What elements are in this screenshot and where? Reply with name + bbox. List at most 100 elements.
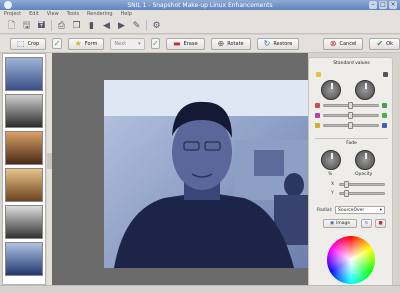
toolbar-divider (51, 20, 52, 31)
contrast-knob[interactable] (355, 80, 375, 100)
contrast-icon (383, 72, 388, 77)
refresh-icon: ↻ (364, 221, 369, 226)
brightness-knob[interactable] (321, 80, 341, 100)
window-title: SNIL 1 - Snapshot Make-up Linux Enhancem… (127, 1, 273, 9)
delete-icon[interactable]: ▮ (86, 20, 97, 31)
app-logo-icon (4, 1, 12, 9)
color-refresh-button[interactable]: ↻ (361, 219, 372, 228)
maximize-icon[interactable]: □ (379, 1, 387, 9)
form-select[interactable]: Next ▾ (110, 37, 145, 50)
close-icon[interactable]: × (389, 1, 397, 9)
crop-apply-checkbox[interactable]: ✓ (52, 38, 62, 49)
radial-mode-value: SourceOver (338, 207, 365, 213)
chevron-down-icon: ▾ (138, 40, 141, 47)
settings-icon[interactable]: ⚙ (151, 20, 162, 31)
check-icon: ✔ (376, 38, 384, 48)
green-channel-icon (382, 103, 387, 108)
erase-button[interactable]: ▬ Erase (166, 37, 205, 50)
ok-label: Ok (386, 40, 393, 47)
menu-bar: Project Edit View Tools Rendering Help (0, 10, 400, 18)
thumbnail-3[interactable] (5, 131, 43, 165)
brightness-icon (316, 72, 321, 77)
restore-button[interactable]: ↻ Restore (256, 37, 300, 50)
y-slider[interactable] (339, 190, 385, 197)
rotate-icon: ⊕ (217, 38, 225, 48)
print-icon[interactable]: ⎙ (56, 20, 67, 31)
thumbnail-sidebar (2, 53, 46, 285)
green-channel-icon-2 (382, 113, 387, 118)
form-select-value: Next (114, 40, 127, 47)
menu-edit[interactable]: Edit (29, 11, 39, 17)
rotate-label: Rotate (227, 40, 244, 47)
fade-heading: Fade (346, 141, 357, 146)
image-canvas[interactable] (52, 53, 308, 285)
radial-mode-select[interactable]: SourceOver ▾ (335, 206, 385, 214)
image-button-label: Image (336, 221, 351, 226)
form-apply-checkbox[interactable]: ✓ (150, 38, 160, 49)
section-divider (315, 138, 388, 139)
image-icon: ▣ (329, 221, 335, 226)
image-button[interactable]: ▣ Image (323, 219, 357, 228)
yellow-channel-icon (315, 123, 320, 128)
form-button[interactable]: ★ Form (67, 37, 105, 50)
blue-channel-icon (382, 123, 387, 128)
open-icon[interactable]: 🖫 (21, 20, 32, 31)
minimize-icon[interactable]: – (369, 1, 377, 9)
cancel-button[interactable]: ⊗ Cancel (322, 37, 364, 50)
toolbar-divider (146, 20, 147, 31)
magenta-slider[interactable] (323, 112, 379, 119)
status-bar (0, 285, 400, 293)
new-file-icon[interactable]: 🗋 (6, 20, 17, 31)
yellow-slider[interactable] (323, 122, 379, 129)
fade-amount-knob[interactable] (321, 150, 341, 170)
yellow-slider-handle[interactable] (348, 122, 353, 129)
edited-photo (104, 80, 308, 268)
opacity-label: Opacity (355, 172, 373, 177)
x-slider-handle[interactable] (344, 181, 349, 188)
crop-button[interactable]: ⬚ Crop (10, 37, 47, 50)
menu-view[interactable]: View (47, 11, 59, 17)
restore-label: Restore (273, 40, 293, 47)
x-slider-label: X (331, 182, 335, 187)
restore-icon: ↻ (263, 38, 271, 48)
copy-icon[interactable]: ❐ (71, 20, 82, 31)
color-wheel[interactable] (327, 236, 375, 284)
thumbnail-1[interactable] (5, 57, 43, 91)
pencil-icon[interactable]: ✎ (131, 20, 142, 31)
y-slider-label: Y (331, 191, 334, 196)
thumbnail-5[interactable] (5, 205, 43, 239)
crop-icon: ⬚ (17, 38, 25, 48)
star-icon: ★ (74, 38, 82, 48)
cancel-icon: ⊗ (329, 38, 337, 48)
forward-icon[interactable]: ▶ (116, 20, 127, 31)
red-slider[interactable] (323, 102, 379, 109)
menu-help[interactable]: Help (121, 11, 132, 17)
chevron-down-icon: ▾ (379, 207, 382, 213)
cancel-label: Cancel (339, 40, 357, 47)
form-label: Form (84, 40, 98, 47)
color-delete-button[interactable]: ■ (375, 219, 386, 228)
magenta-slider-handle[interactable] (348, 112, 353, 119)
fade-amount-label: % (328, 172, 333, 177)
thumbnail-6[interactable] (5, 242, 43, 276)
menu-tools[interactable]: Tools (67, 11, 79, 17)
eraser-icon: ▬ (173, 38, 181, 48)
back-icon[interactable]: ◀ (101, 20, 112, 31)
thumbnail-4[interactable] (5, 168, 43, 202)
thumbnail-2[interactable] (5, 94, 43, 128)
y-slider-handle[interactable] (344, 190, 349, 197)
title-bar: SNIL 1 - Snapshot Make-up Linux Enhancem… (0, 0, 400, 10)
menu-rendering[interactable]: Rendering (87, 11, 113, 17)
rotate-button[interactable]: ⊕ Rotate (210, 37, 251, 50)
opacity-knob[interactable] (355, 150, 375, 170)
ok-button[interactable]: ✔ Ok (369, 37, 400, 50)
menu-project[interactable]: Project (4, 11, 21, 17)
x-slider[interactable] (339, 181, 385, 188)
standard-values-heading: Standard values (333, 61, 370, 66)
red-slider-handle[interactable] (348, 102, 353, 109)
main-toolbar: 🗋 🖫 🖬 ⎙ ❐ ▮ ◀ ▶ ✎ ⚙ (0, 18, 400, 34)
adjustments-panel: Standard values Fade % Opacity X Y Radia… (308, 57, 393, 289)
save-icon[interactable]: 🖬 (36, 20, 47, 31)
crop-label: Crop (27, 40, 40, 47)
radial-label: Radial: (317, 208, 333, 213)
